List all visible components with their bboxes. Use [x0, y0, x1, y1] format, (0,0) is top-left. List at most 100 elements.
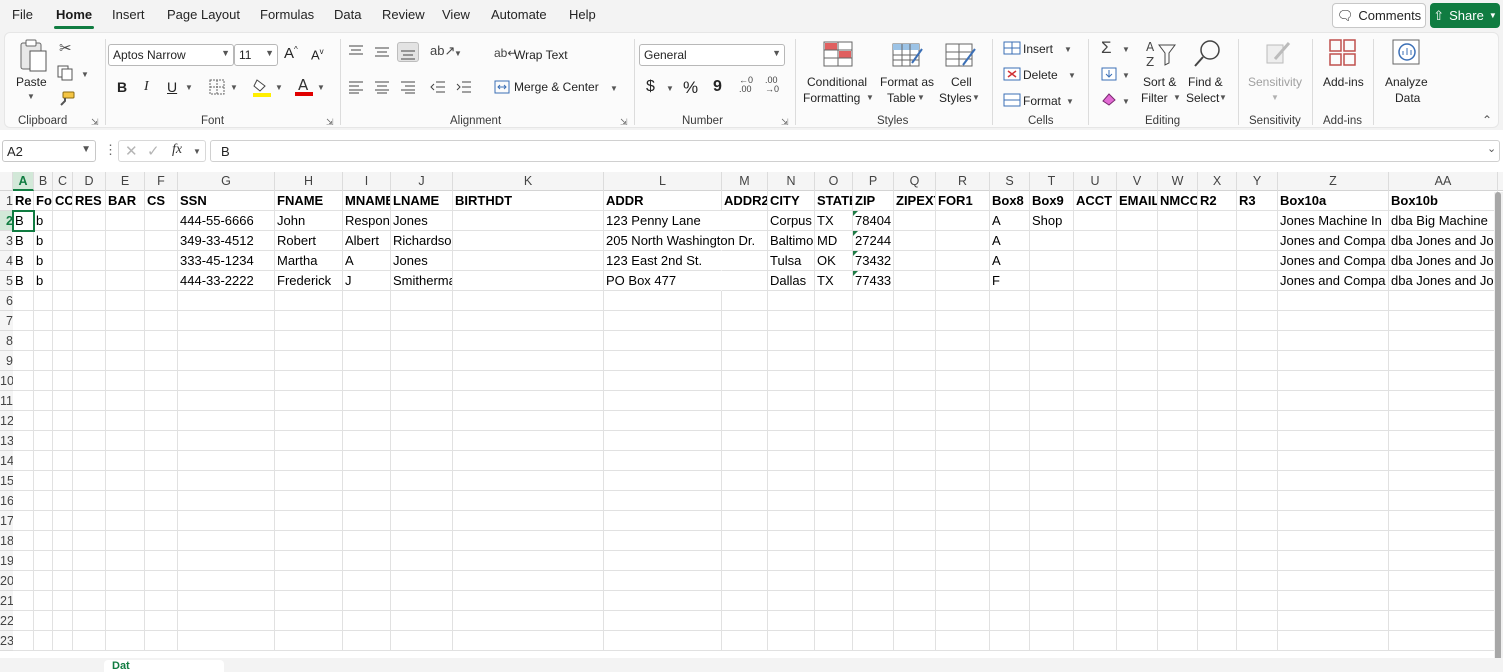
empty-cell[interactable]	[1237, 371, 1278, 391]
empty-cell[interactable]	[53, 591, 73, 611]
header-cell[interactable]: R3	[1237, 191, 1278, 211]
empty-cell[interactable]	[768, 311, 815, 331]
empty-cell[interactable]	[1158, 351, 1198, 371]
empty-cell[interactable]	[343, 371, 391, 391]
column-header-s[interactable]: S	[990, 172, 1030, 191]
empty-cell[interactable]	[768, 471, 815, 491]
align-right-icon[interactable]	[400, 80, 416, 99]
empty-cell[interactable]	[1278, 431, 1389, 451]
empty-cell[interactable]	[1030, 391, 1074, 411]
empty-cell[interactable]	[815, 411, 853, 431]
data-cell[interactable]: Jones and Compa	[1278, 251, 1389, 271]
empty-cell[interactable]	[1074, 511, 1117, 531]
empty-cell[interactable]	[1198, 471, 1237, 491]
empty-cell[interactable]	[1030, 311, 1074, 331]
header-cell[interactable]: Re	[13, 191, 34, 211]
empty-cell[interactable]	[768, 611, 815, 631]
collapse-ribbon-icon[interactable]: ⌃	[1482, 113, 1492, 127]
data-cell[interactable]	[1237, 231, 1278, 251]
empty-cell[interactable]	[343, 291, 391, 311]
empty-cell[interactable]	[343, 571, 391, 591]
empty-cell[interactable]	[391, 291, 453, 311]
empty-cell[interactable]	[391, 531, 453, 551]
merge-center-button[interactable]: Merge & Center	[514, 80, 599, 94]
empty-cell[interactable]	[1278, 551, 1389, 571]
empty-cell[interactable]	[145, 411, 178, 431]
font-color-dropdown-icon[interactable]: ▼	[317, 83, 325, 92]
data-cell[interactable]	[1237, 271, 1278, 291]
row-header[interactable]: 16	[0, 491, 13, 511]
empty-cell[interactable]	[936, 511, 990, 531]
empty-cell[interactable]	[106, 611, 145, 631]
column-header-z[interactable]: Z	[1278, 172, 1389, 191]
empty-cell[interactable]	[1117, 331, 1158, 351]
analyze-data-label-2[interactable]: Data	[1395, 90, 1420, 106]
empty-cell[interactable]	[768, 551, 815, 571]
empty-cell[interactable]	[178, 551, 275, 571]
data-cell[interactable]	[106, 211, 145, 231]
row-header[interactable]: 12	[0, 411, 13, 431]
empty-cell[interactable]	[73, 411, 106, 431]
row-header[interactable]: 11	[0, 391, 13, 411]
empty-cell[interactable]	[936, 571, 990, 591]
empty-cell[interactable]	[106, 371, 145, 391]
empty-cell[interactable]	[936, 431, 990, 451]
empty-cell[interactable]	[178, 451, 275, 471]
empty-cell[interactable]	[275, 391, 343, 411]
empty-cell[interactable]	[1237, 311, 1278, 331]
row-header[interactable]: 22	[0, 611, 13, 631]
empty-cell[interactable]	[768, 331, 815, 351]
data-cell[interactable]: Dallas	[768, 271, 815, 291]
empty-cell[interactable]	[990, 311, 1030, 331]
empty-cell[interactable]	[1158, 571, 1198, 591]
decrease-font-icon[interactable]: Av	[311, 47, 324, 62]
empty-cell[interactable]	[106, 511, 145, 531]
data-cell[interactable]: Jones	[391, 251, 453, 271]
empty-cell[interactable]	[275, 611, 343, 631]
data-cell[interactable]: Jones and Compa	[1278, 231, 1389, 251]
empty-cell[interactable]	[990, 371, 1030, 391]
empty-cell[interactable]	[275, 411, 343, 431]
empty-cell[interactable]	[768, 291, 815, 311]
empty-cell[interactable]	[1117, 551, 1158, 571]
empty-cell[interactable]	[894, 371, 936, 391]
empty-cell[interactable]	[73, 571, 106, 591]
empty-cell[interactable]	[1278, 571, 1389, 591]
row-header[interactable]: 15	[0, 471, 13, 491]
empty-cell[interactable]	[1158, 311, 1198, 331]
empty-cell[interactable]	[73, 511, 106, 531]
number-launcher-icon[interactable]: ⇲	[781, 117, 789, 128]
row-header[interactable]: 18	[0, 531, 13, 551]
empty-cell[interactable]	[1030, 551, 1074, 571]
empty-cell[interactable]	[1237, 631, 1278, 651]
empty-cell[interactable]	[391, 331, 453, 351]
data-cell[interactable]	[1117, 231, 1158, 251]
align-middle-icon[interactable]	[374, 44, 390, 63]
empty-cell[interactable]	[453, 451, 604, 471]
empty-cell[interactable]	[768, 351, 815, 371]
empty-cell[interactable]	[1117, 411, 1158, 431]
copy-dropdown-icon[interactable]: ▼	[81, 70, 89, 79]
row-header[interactable]: 1	[0, 191, 13, 211]
empty-cell[interactable]	[453, 331, 604, 351]
empty-cell[interactable]	[53, 331, 73, 351]
empty-cell[interactable]	[453, 471, 604, 491]
empty-cell[interactable]	[936, 591, 990, 611]
empty-cell[interactable]	[894, 611, 936, 631]
empty-cell[interactable]	[1074, 551, 1117, 571]
empty-cell[interactable]	[1074, 331, 1117, 351]
insert-function-icon[interactable]: fx	[172, 142, 182, 158]
data-cell[interactable]: Corpus	[768, 211, 815, 231]
data-cell[interactable]	[894, 231, 936, 251]
empty-cell[interactable]	[145, 551, 178, 571]
empty-cell[interactable]	[894, 571, 936, 591]
empty-cell[interactable]	[453, 631, 604, 651]
empty-cell[interactable]	[853, 611, 894, 631]
data-cell[interactable]	[894, 271, 936, 291]
format-table-dropdown-icon[interactable]: ▼	[917, 90, 925, 106]
empty-cell[interactable]	[894, 431, 936, 451]
data-cell[interactable]: 349-33-4512	[178, 231, 275, 251]
data-cell[interactable]	[936, 251, 990, 271]
menu-tab-help[interactable]: Help	[569, 7, 596, 22]
empty-cell[interactable]	[853, 531, 894, 551]
